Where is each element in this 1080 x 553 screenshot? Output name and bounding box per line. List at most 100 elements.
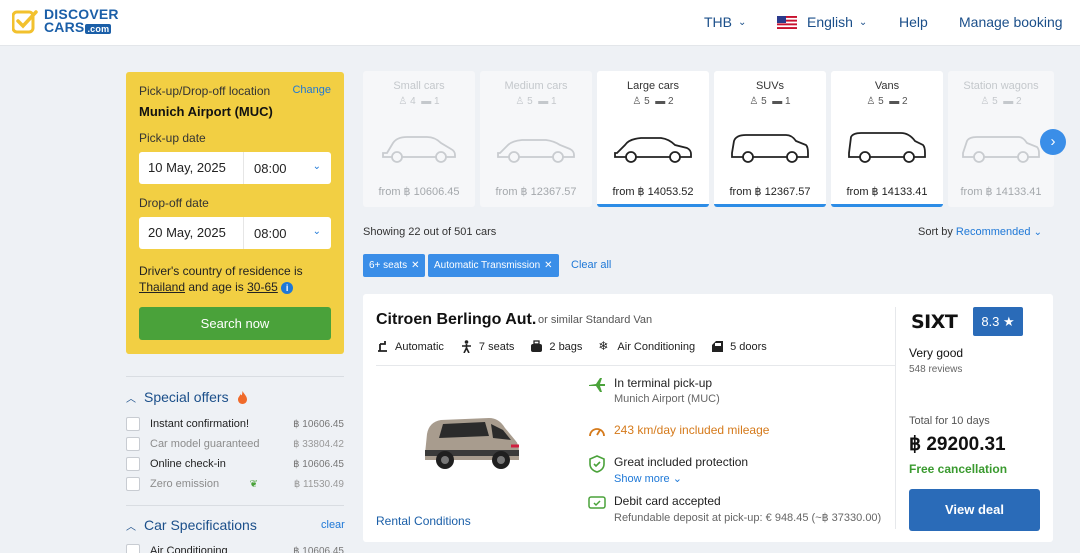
chip-seats[interactable]: 6+ seats ✕ (363, 254, 426, 277)
language-selector[interactable]: English ⌄ (777, 14, 867, 30)
location-label: Pick-up/Drop-off location (139, 84, 271, 98)
dropoff-date-label: Drop-off date (139, 196, 209, 210)
clear-all-link[interactable]: Clear all (571, 259, 611, 271)
view-deal-button[interactable]: View deal (909, 489, 1040, 531)
pickup-location: Munich Airport (MUC) (139, 104, 273, 119)
chevron-down-icon: ⌄ (672, 473, 682, 485)
chip-transmission[interactable]: Automatic Transmission ✕ (428, 254, 559, 277)
category-name: Small cars (393, 80, 445, 92)
car-outline-icon (848, 132, 926, 163)
category-name: SUVs (755, 80, 785, 92)
close-icon[interactable]: ✕ (544, 254, 552, 277)
rental-conditions-link[interactable]: Rental Conditions (376, 514, 471, 528)
special-offers-toggle[interactable]: ︿ Special offers (126, 389, 248, 405)
next-categories-button[interactable]: › (1040, 129, 1066, 155)
category-price: from ฿ 12367.57 (729, 186, 811, 198)
checkbox[interactable] (126, 417, 140, 431)
shield-icon (589, 455, 605, 473)
rating-text: Very good (909, 346, 964, 360)
chevron-right-icon: › (1050, 133, 1056, 150)
gear-shift-icon (378, 341, 387, 352)
card-check-icon (588, 496, 606, 509)
car-outline-icon (731, 134, 809, 163)
special-offer-item[interactable]: Zero emission ❦ ฿ 11530.49 (126, 477, 344, 491)
checkbox[interactable] (126, 437, 140, 451)
pickup-date-input[interactable]: 10 May, 2025 (139, 152, 244, 184)
bag-icon: ▬ (421, 96, 432, 107)
age-link[interactable]: 30-65 (247, 280, 278, 294)
category-name: Medium cars (504, 80, 568, 92)
category-price: from ฿ 14133.41 (960, 186, 1042, 198)
car-spec-item[interactable]: Air Conditioning ฿ 10606.45 (126, 544, 344, 553)
clear-specs-link[interactable]: clear (321, 519, 345, 531)
category-tile[interactable]: Medium cars ♙ 5 ▬ 1 from ฿ 12367.57 (480, 71, 592, 207)
category-price: from ฿ 10606.45 (378, 186, 460, 198)
top-header: DISCOVER CARS .com THB ⌄ English ⌄ Help Man… (0, 0, 1080, 46)
dropoff-time-select[interactable]: 08:00 ⌄ (244, 226, 331, 241)
car-specs-toggle[interactable]: ︿ Car Specifications (126, 517, 257, 533)
checkbox[interactable] (126, 477, 140, 491)
filter-price: ฿ 11530.49 (293, 478, 344, 490)
divider (126, 376, 344, 377)
special-offer-item[interactable]: Car model guaranteed ฿ 33804.42 (126, 437, 344, 451)
bag-icon: ▬ (1003, 96, 1014, 107)
fire-icon (237, 390, 247, 404)
category-tile[interactable]: SUVs ♙ 5 ▬ 1 from ฿ 12367.57 (714, 71, 826, 207)
car-title[interactable]: Citroen Berlingo Aut. (376, 311, 536, 329)
help-link[interactable]: Help (899, 14, 928, 30)
checkbox[interactable] (126, 457, 140, 471)
filter-price: ฿ 10606.45 (293, 418, 344, 430)
manage-booking-link[interactable]: Manage booking (959, 14, 1063, 30)
category-tile[interactable]: Vans ♙ 5 ▬ 2 from ฿ 14133.41 (831, 71, 943, 207)
person-icon: ♙ (632, 96, 642, 107)
checkbox[interactable] (126, 544, 140, 553)
special-offer-item[interactable]: Instant confirmation! ฿ 10606.45 (126, 417, 344, 431)
category-capacity: ♙ 5 ▬ 2 (632, 96, 674, 107)
divider (376, 365, 895, 366)
category-name: Large cars (627, 80, 679, 92)
logo[interactable]: DISCOVER CARS .com (12, 6, 119, 36)
car-outline-icon (962, 136, 1040, 163)
total-label: Total for 10 days (909, 415, 990, 427)
sort-by-select[interactable]: Sort by Recommended ⌄ (918, 226, 1042, 238)
close-icon[interactable]: ✕ (411, 254, 419, 277)
category-tile[interactable]: Station wagons ♙ 5 ▬ 2 from ฿ 14133.41 (948, 71, 1054, 207)
bag-icon (531, 340, 543, 352)
filter-label: Car model guaranteed (150, 438, 260, 450)
speedometer-icon (589, 428, 605, 437)
reviews-count[interactable]: 548 reviews (909, 364, 962, 375)
rating-score-badge[interactable]: 8.3 ★ (973, 307, 1023, 336)
special-offer-item[interactable]: Online check-in ฿ 10606.45 (126, 457, 344, 471)
category-tile[interactable]: Small cars ♙ 4 ▬ 1 from ฿ 10606.45 (363, 71, 475, 207)
divider (895, 307, 896, 529)
category-tile[interactable]: Large cars ♙ 5 ▬ 2 from ฿ 14053.52 (597, 71, 709, 207)
country-link[interactable]: Thailand (139, 280, 185, 294)
pickup-time-select[interactable]: 08:00 ⌄ (244, 161, 331, 176)
category-capacity: ♙ 5 ▬ 1 (749, 96, 791, 107)
dropoff-date-input[interactable]: 20 May, 2025 (139, 217, 244, 249)
info-icon[interactable]: i (281, 282, 294, 294)
show-more-link[interactable]: Show more ⌄ (614, 472, 748, 485)
currency-selector[interactable]: THB ⌄ (704, 14, 746, 30)
logo-check-icon (12, 10, 38, 34)
car-image (425, 418, 519, 469)
spec-seats: 7 seats (460, 340, 514, 353)
chevron-up-icon: ︿ (126, 393, 136, 405)
logo-text: DISCOVER CARS .com (44, 6, 119, 35)
category-name: Station wagons (963, 80, 1039, 92)
search-now-button[interactable]: Search now (139, 307, 331, 340)
category-name: Vans (874, 80, 900, 92)
pickup-date-field: 10 May, 2025 08:00 ⌄ (139, 152, 331, 184)
filter-price: ฿ 10606.45 (293, 458, 344, 470)
car-outline-icon (382, 136, 456, 163)
category-capacity: ♙ 4 ▬ 1 (398, 96, 440, 107)
spec-transmission: Automatic (376, 340, 444, 353)
change-location-link[interactable]: Change (292, 84, 331, 98)
car-result-card: Citroen Berlingo Aut. or similar Standar… (363, 294, 1053, 542)
filter-price: ฿ 10606.45 (293, 545, 344, 553)
leaf-icon: ❦ (249, 478, 258, 490)
plane-icon (589, 378, 605, 392)
category-price: from ฿ 14133.41 (846, 186, 928, 198)
driver-country-text: Driver's country of residence is Thailan… (139, 264, 303, 294)
feature-pickup: In terminal pick-up Munich Airport (MUC) (588, 376, 720, 405)
